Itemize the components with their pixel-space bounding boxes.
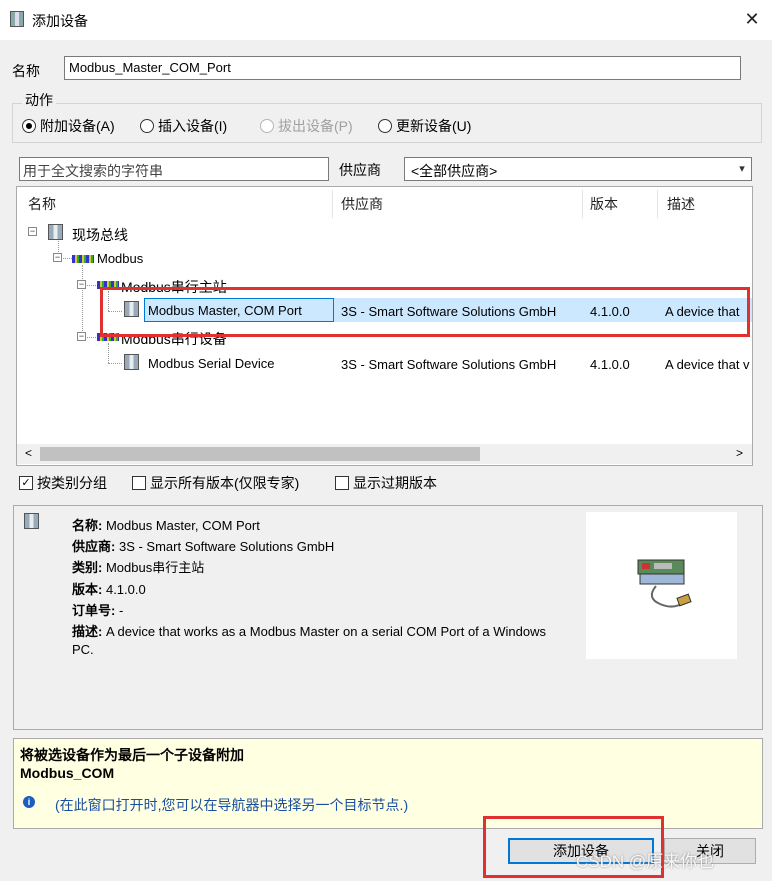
device-icon	[24, 513, 39, 529]
vendor-select[interactable]: <全部供应商>	[404, 157, 752, 181]
checkbox-checked-icon: ✓	[19, 476, 33, 490]
chevron-down-icon[interactable]: ▾	[733, 157, 751, 181]
checkbox-icon	[132, 476, 146, 490]
close-icon[interactable]: ✕	[740, 7, 764, 31]
column-header-description[interactable]: 描述	[667, 194, 695, 214]
radio-icon	[378, 119, 392, 133]
column-divider[interactable]	[582, 190, 583, 218]
radio-unplug: 拔出设备(P)	[260, 118, 353, 134]
info-description: 描述: A device that works as a Modbus Mast…	[72, 624, 546, 639]
name-input[interactable]: Modbus_Master_COM_Port	[64, 56, 741, 80]
info-description-cont: PC.	[72, 642, 94, 657]
device-icon	[10, 11, 24, 27]
info-name: 名称: Modbus Master, COM Port	[72, 518, 260, 533]
column-divider[interactable]	[332, 190, 333, 218]
info-vendor: 供应商: 3S - Smart Software Solutions GmbH	[72, 539, 335, 554]
radio-unplug-label: 拔出设备(P)	[278, 118, 353, 134]
name-label: 名称	[12, 63, 40, 79]
radio-insert-label: 插入设备(I)	[158, 118, 228, 134]
search-input[interactable]: 用于全文搜索的字符串	[19, 157, 329, 181]
radio-insert[interactable]: 插入设备(I)	[140, 118, 227, 134]
note-hint: (在此窗口打开时,您可以在导航器中选择另一个目标节点.)	[55, 797, 409, 813]
checkbox-show-outdated[interactable]: 显示过期版本	[335, 475, 437, 491]
radio-update[interactable]: 更新设备(U)	[378, 118, 471, 134]
scroll-left-icon[interactable]: <	[25, 446, 32, 460]
column-header-version[interactable]: 版本	[590, 194, 618, 214]
radio-update-label: 更新设备(U)	[396, 118, 472, 134]
radio-icon	[260, 119, 274, 133]
info-category: 类别: Modbus串行主站	[72, 560, 205, 575]
checkbox-label: 按类别分组	[37, 475, 107, 491]
info-version: 版本: 4.1.0.0	[72, 582, 146, 597]
column-header-name[interactable]: 名称	[28, 194, 56, 214]
info-icon: i	[23, 796, 35, 808]
scroll-right-icon[interactable]: >	[736, 446, 743, 460]
radio-append[interactable]: 附加设备(A)	[22, 118, 115, 134]
note-target-node: Modbus_COM	[20, 765, 115, 781]
radio-icon	[140, 119, 154, 133]
collapse-icon[interactable]: −	[53, 253, 62, 262]
tree-item-fieldbus[interactable]: 现场总线	[72, 225, 128, 245]
dialog-title: 添加设备	[32, 13, 88, 29]
watermark: CSDN @原来你也	[576, 852, 715, 871]
column-divider[interactable]	[657, 190, 658, 218]
annotation-highlight-box	[100, 287, 750, 337]
device-preview-image	[586, 512, 737, 659]
collapse-icon[interactable]: −	[77, 280, 86, 289]
modbus-bus-icon	[72, 255, 94, 263]
row-description: A device that v	[665, 357, 750, 372]
info-order-number: 订单号: -	[72, 603, 124, 618]
title-bar	[0, 0, 772, 40]
checkbox-label: 显示所有版本(仅限专家)	[150, 475, 300, 491]
scrollbar-thumb[interactable]	[40, 447, 480, 461]
tree-item-modbus-serial-device[interactable]: Modbus Serial Device	[148, 356, 274, 371]
radio-selected-icon	[22, 119, 36, 133]
checkbox-group-by-category[interactable]: ✓ 按类别分组	[19, 475, 107, 491]
row-version: 4.1.0.0	[590, 357, 630, 372]
vendor-label: 供应商	[339, 162, 381, 178]
tree-item-modbus[interactable]: Modbus	[97, 251, 143, 266]
device-icon	[124, 354, 139, 370]
column-header-vendor[interactable]: 供应商	[341, 194, 383, 214]
checkbox-show-all-versions[interactable]: 显示所有版本(仅限专家)	[132, 475, 299, 491]
note-append-text: 将被选设备作为最后一个子设备附加	[20, 747, 244, 763]
action-group-label: 动作	[22, 90, 56, 110]
fieldbus-icon	[48, 224, 63, 240]
row-vendor: 3S - Smart Software Solutions GmbH	[341, 357, 557, 372]
radio-append-label: 附加设备(A)	[40, 118, 115, 134]
collapse-icon[interactable]: −	[28, 227, 37, 236]
collapse-icon[interactable]: −	[77, 332, 86, 341]
checkbox-icon	[335, 476, 349, 490]
serial-device-icon	[637, 559, 692, 608]
checkbox-label: 显示过期版本	[353, 475, 437, 491]
